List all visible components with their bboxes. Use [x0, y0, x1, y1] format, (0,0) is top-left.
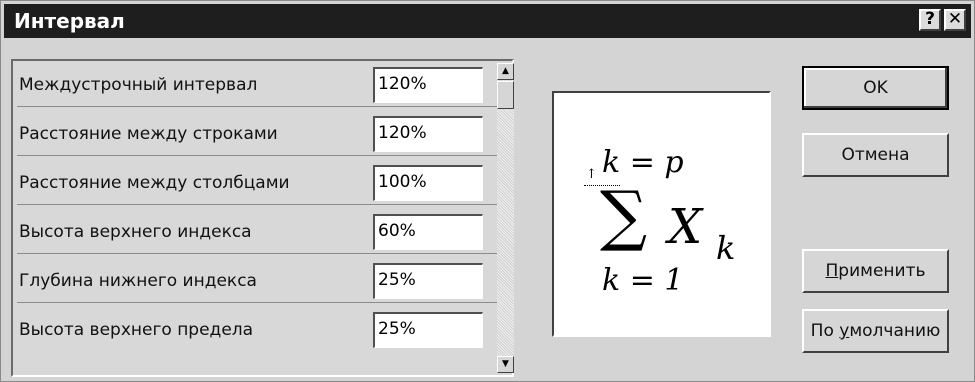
apply-button[interactable]: Применить: [802, 249, 949, 293]
scroll-down-button[interactable]: ▼: [497, 356, 514, 373]
setting-row-subscript-depth: Глубина нижнего индекса 25%: [17, 259, 497, 303]
scroll-up-button[interactable]: ▲: [497, 63, 514, 80]
upper-limit-height-input[interactable]: 25%: [373, 312, 483, 348]
superscript-height-input[interactable]: 60%: [373, 214, 483, 250]
arrow-down-icon: ▼: [502, 359, 509, 369]
default-button[interactable]: По умолчанию: [802, 309, 949, 353]
setting-row-column-spacing: Расстояние между столбцами 100%: [17, 161, 497, 205]
ok-button[interactable]: OK: [802, 66, 949, 110]
setting-label: Глубина нижнего индекса: [19, 271, 257, 291]
close-button[interactable]: ✕: [944, 9, 966, 31]
formula-preview: k = p ↑ ∑ X k k = 1: [552, 91, 771, 337]
default-mnemonic: у: [839, 321, 850, 341]
interval-dialog: Интервал ? ✕ Междустрочный интервал 120%…: [0, 0, 975, 382]
lower-limit-text: k = 1: [602, 263, 684, 298]
settings-list: Междустрочный интервал 120% Расстояние м…: [11, 59, 514, 377]
title-bar: Интервал ? ✕: [4, 4, 971, 38]
setting-label: Высота верхнего предела: [19, 320, 254, 340]
setting-label: Междустрочный интервал: [19, 75, 258, 95]
default-label-post: молчанию: [849, 321, 941, 341]
default-label-pre: По: [810, 321, 840, 341]
setting-row-upper-limit-height: Высота верхнего предела 25%: [17, 308, 497, 352]
sum-operator: ∑: [600, 177, 648, 254]
subscript-depth-input[interactable]: 25%: [373, 263, 483, 299]
cancel-button[interactable]: Отмена: [802, 133, 949, 177]
apply-mnemonic: П: [825, 261, 839, 281]
apply-label: рименить: [838, 261, 926, 281]
setting-row-row-spacing: Расстояние между строками 120%: [17, 112, 497, 156]
close-icon: ✕: [947, 9, 963, 29]
setting-label: Высота верхнего индекса: [19, 222, 252, 242]
summand-subscript: k: [716, 229, 736, 267]
arrow-up-icon: ▲: [502, 66, 509, 76]
scroll-thumb[interactable]: [497, 81, 514, 109]
column-spacing-input[interactable]: 100%: [373, 165, 483, 201]
line-spacing-input[interactable]: 120%: [373, 67, 483, 103]
upper-limit-text: k = p: [602, 145, 684, 180]
row-spacing-input[interactable]: 120%: [373, 116, 483, 152]
setting-label: Расстояние между столбцами: [19, 173, 290, 193]
setting-label: Расстояние между строками: [19, 124, 278, 144]
spacing-marker-icon: ↑: [586, 167, 597, 182]
setting-row-superscript-height: Высота верхнего индекса 60%: [17, 210, 497, 254]
summand-variable: X: [668, 199, 703, 255]
dialog-title: Интервал: [14, 9, 125, 33]
help-button[interactable]: ?: [919, 9, 941, 31]
vertical-scrollbar[interactable]: ▲ ▼: [497, 63, 514, 373]
setting-row-line-spacing: Междустрочный интервал 120%: [17, 63, 497, 107]
